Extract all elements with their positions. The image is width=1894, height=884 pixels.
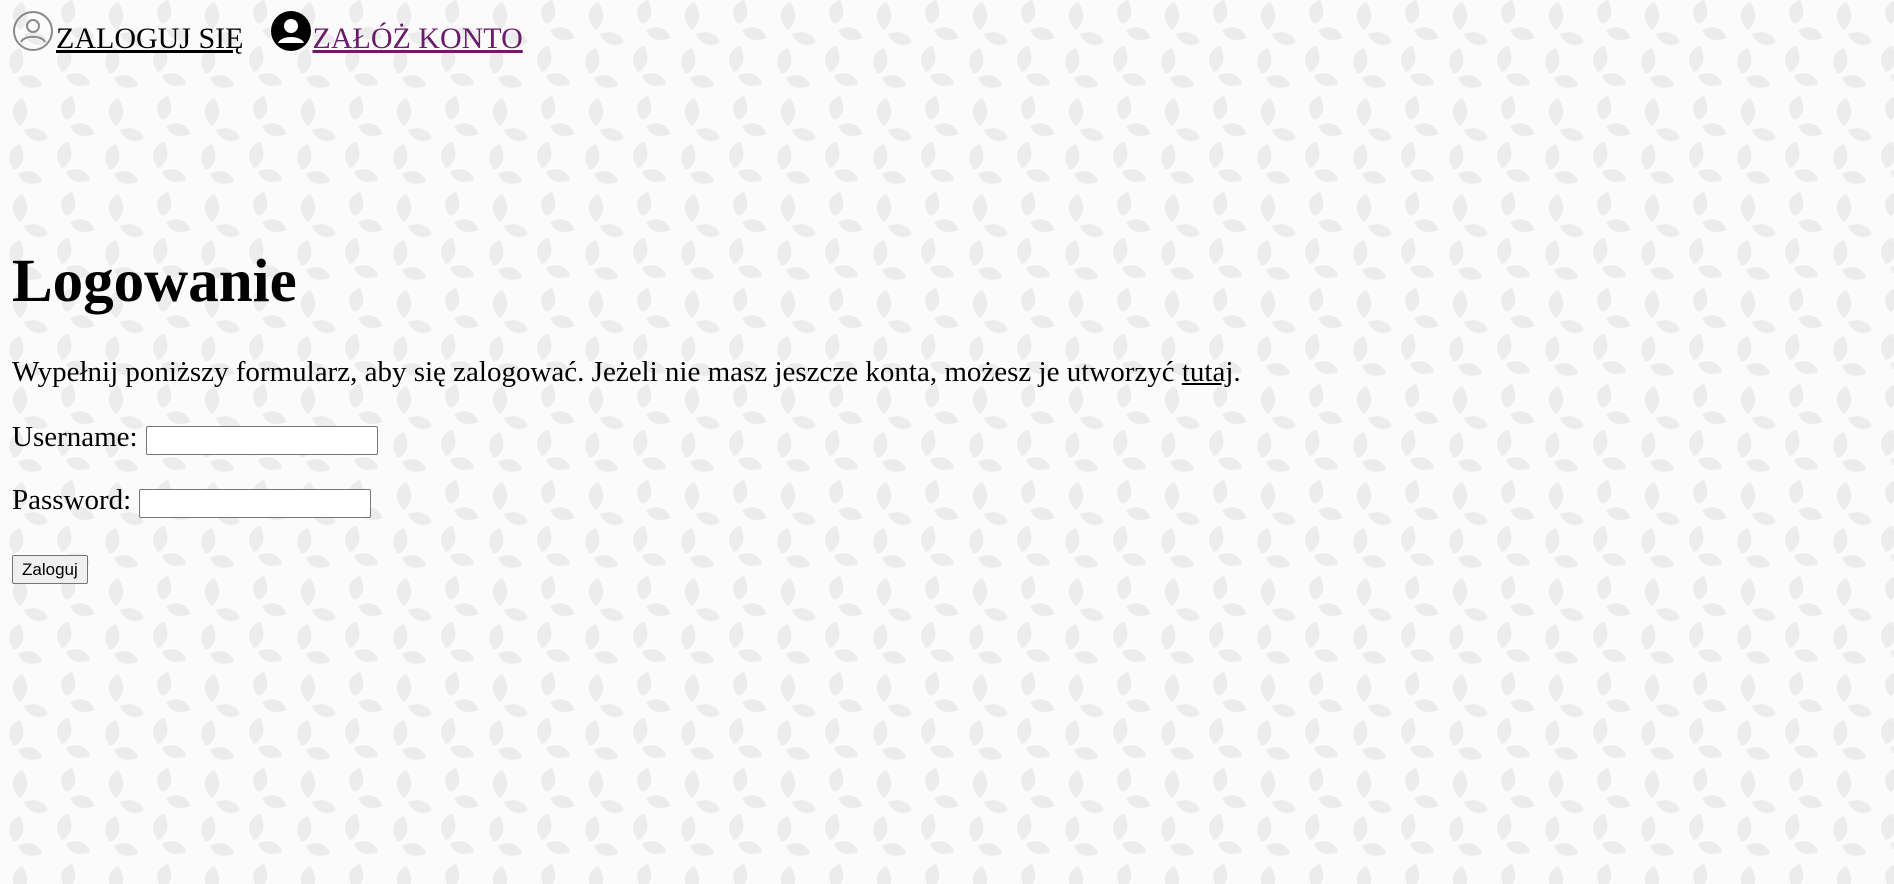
user-outline-icon [12, 10, 54, 52]
register-here-link[interactable]: tutaj [1182, 356, 1234, 388]
username-label: Username: [12, 421, 138, 453]
top-navigation: ZALOGUJ SIĘ ZAŁÓŻ KONTO [12, 10, 523, 54]
login-nav-link[interactable]: ZALOGUJ SIĘ [12, 10, 244, 54]
username-row: Username: [12, 419, 378, 455]
username-input[interactable] [145, 425, 378, 455]
register-nav-link[interactable]: ZAŁÓŻ KONTO [270, 10, 523, 54]
intro-text-body: Wypełnij poniższy formularz, aby się zal… [12, 356, 1182, 388]
user-filled-icon [270, 10, 312, 52]
login-submit-button[interactable]: Zaloguj [12, 555, 88, 584]
intro-text: Wypełnij poniższy formularz, aby się zal… [12, 352, 1241, 392]
page-title: Logowanie [12, 248, 297, 315]
login-nav-label: ZALOGUJ SIĘ [56, 22, 244, 55]
intro-text-end: . [1233, 356, 1241, 388]
password-input[interactable] [139, 488, 372, 518]
password-label: Password: [12, 484, 132, 516]
password-row: Password: [12, 482, 372, 518]
register-nav-label: ZAŁÓŻ KONTO [312, 22, 523, 55]
